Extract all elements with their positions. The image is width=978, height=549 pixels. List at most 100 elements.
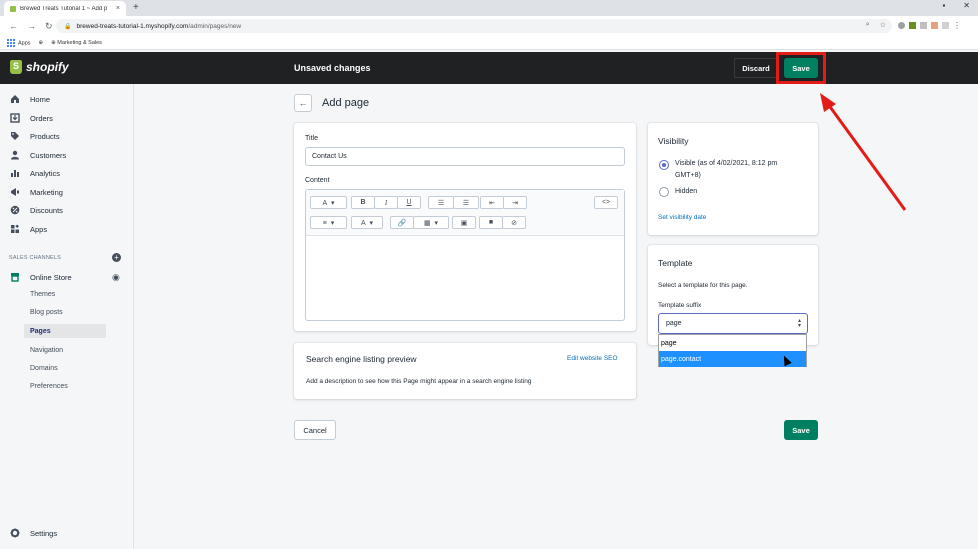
extension-icon[interactable]	[909, 22, 916, 29]
font-size-dropdown[interactable]: A ▾	[310, 196, 347, 209]
sidebar-sub-preferences[interactable]: Preferences	[30, 383, 68, 390]
save-button-bottom[interactable]: Save	[784, 420, 818, 440]
extension-icon[interactable]	[931, 22, 938, 29]
sidebar-item-online-store[interactable]: Online Store	[10, 272, 72, 282]
outdent-icon: ⇤	[489, 199, 495, 207]
extension-icon[interactable]	[898, 22, 905, 29]
outdent-button[interactable]: ⇤	[480, 196, 504, 209]
template-suffix-value: page	[666, 320, 682, 327]
url-bar[interactable]: 🔒 brewed-treats-tutorial-1.myshopify.com…	[56, 19, 892, 33]
close-tab-icon[interactable]: ×	[116, 5, 120, 12]
align-dropdown[interactable]: ≡ ▾	[310, 216, 347, 229]
gear-icon	[10, 528, 20, 538]
sidebar-sub-navigation[interactable]: Navigation	[30, 347, 63, 354]
insert-link-button[interactable]: 🔗	[390, 216, 414, 229]
title-input[interactable]: Contact Us	[305, 147, 625, 166]
sidebar-item-label: Orders	[30, 113, 53, 123]
italic-button[interactable]: I	[374, 196, 398, 209]
template-suffix-select[interactable]: page ▴ ▾	[658, 313, 808, 334]
insert-image-button[interactable]: ▣	[452, 216, 476, 229]
sidebar-sub-blog-posts[interactable]: Blog posts	[30, 309, 63, 316]
sidebar-item-products[interactable]: Products	[10, 131, 60, 141]
hidden-radio[interactable]	[659, 187, 669, 197]
extension-icon[interactable]	[920, 22, 927, 29]
close-window-icon[interactable]: ✕	[963, 1, 970, 10]
shopify-top-bar: shopify Unsaved changes	[0, 52, 978, 84]
back-arrow-icon[interactable]: ←	[9, 21, 18, 31]
url-bar-actions: ⌕ ☆	[866, 21, 886, 29]
sidebar-item-marketing[interactable]: Marketing	[10, 187, 63, 197]
person-icon	[10, 150, 20, 160]
sidebar-item-home[interactable]: Home	[10, 94, 50, 104]
seo-card	[294, 343, 636, 399]
view-store-eye-icon[interactable]: ◉	[112, 272, 120, 283]
discard-button[interactable]: Discard	[734, 58, 778, 78]
editor-body[interactable]	[306, 236, 624, 320]
seo-heading: Search engine listing preview	[306, 354, 417, 364]
text-color-dropdown[interactable]: A ▾	[351, 216, 383, 229]
sidebar-item-analytics[interactable]: Analytics	[10, 168, 60, 178]
new-tab-button[interactable]: +	[133, 2, 139, 13]
apps-icon	[10, 224, 20, 234]
seo-description: Add a description to see how this Page m…	[306, 378, 532, 385]
sidebar-sub-themes[interactable]: Themes	[30, 291, 55, 298]
bookmark-marketing[interactable]: ⊕ Marketing & Sales	[51, 40, 102, 46]
add-channel-plus-icon[interactable]: +	[112, 253, 121, 262]
title-label: Title	[305, 135, 318, 142]
show-html-button[interactable]: <>	[594, 196, 618, 209]
italic-icon: I	[384, 198, 388, 207]
align-left-icon: ≡ ▾	[322, 219, 335, 227]
edit-seo-link[interactable]: Edit website SEO	[567, 355, 618, 362]
lock-icon: 🔒	[64, 23, 72, 30]
underline-button[interactable]: U	[397, 196, 421, 209]
clear-formatting-button[interactable]: ⊘	[502, 216, 526, 229]
cancel-button[interactable]: Cancel	[294, 420, 336, 440]
shopify-logo[interactable]: shopify	[10, 60, 69, 74]
bookmark-star-icon[interactable]: ☆	[880, 21, 886, 29]
page-title: Add page	[322, 97, 370, 109]
visible-radio[interactable]	[659, 160, 669, 170]
template-option-page[interactable]: page	[659, 335, 806, 351]
extension-icon[interactable]	[942, 22, 949, 29]
table-icon: ▦ ▾	[423, 219, 439, 227]
arrow-left-icon: ←	[298, 98, 308, 108]
bold-button[interactable]: B	[351, 196, 375, 209]
visible-radio-label-date: GMT+8)	[675, 172, 701, 179]
bulleted-list-button[interactable]: ☰	[428, 196, 454, 209]
template-description: Select a template for this page.	[658, 282, 748, 289]
extensions-area: ⋮	[898, 21, 961, 30]
forward-arrow-icon[interactable]: →	[27, 21, 36, 31]
zoom-icon[interactable]: ⌕	[866, 21, 870, 29]
minimize-icon[interactable]: ▪	[942, 1, 945, 10]
sidebar-item-orders[interactable]: Orders	[10, 113, 53, 123]
sidebar-sub-pages[interactable]: Pages	[30, 328, 51, 335]
sidebar-item-label: Products	[30, 131, 60, 141]
template-heading: Template	[658, 258, 693, 268]
unsaved-changes-label: Unsaved changes	[294, 63, 371, 73]
shopify-favicon-icon	[10, 5, 16, 12]
back-button[interactable]: ←	[294, 94, 312, 112]
numbered-list-button[interactable]: ☰	[453, 196, 479, 209]
bookmark-apps[interactable]: Apps	[7, 38, 31, 47]
sidebar-item-settings[interactable]: Settings	[10, 528, 57, 538]
bar-chart-icon	[10, 168, 20, 178]
visibility-heading: Visibility	[658, 136, 689, 146]
set-visibility-date-link[interactable]: Set visibility date	[658, 214, 706, 221]
sidebar-sub-domains[interactable]: Domains	[30, 365, 58, 372]
sidebar-item-apps[interactable]: Apps	[10, 224, 47, 234]
url-host: brewed-treats-tutorial-1.myshopify.com	[76, 22, 189, 30]
select-arrows-icon: ▴ ▾	[797, 318, 801, 329]
insert-table-dropdown[interactable]: ▦ ▾	[413, 216, 449, 229]
indent-button[interactable]: ⇥	[503, 196, 527, 209]
image-icon: ▣	[460, 219, 468, 227]
tag-icon	[10, 131, 20, 141]
sidebar-item-label: Settings	[30, 528, 58, 538]
reload-icon[interactable]: ↻	[45, 21, 53, 32]
rich-text-editor: A ▾ B I U ☰ ☰ ⇤ ⇥ <> ≡ ▾ A ▾ 🔗 ▦ ▾ ▣ ■ ⊘	[305, 189, 625, 321]
insert-video-button[interactable]: ■	[479, 216, 503, 229]
sidebar-item-customers[interactable]: Customers	[10, 150, 66, 160]
browser-tab[interactable]: Brewed Treats Tutorial 1 ~ Add p ×	[4, 1, 126, 16]
sidebar-item-discounts[interactable]: Discounts	[10, 205, 63, 215]
bookmark-globe-icon[interactable]: ⊕	[39, 40, 44, 46]
menu-kebab-icon[interactable]: ⋮	[953, 21, 961, 30]
